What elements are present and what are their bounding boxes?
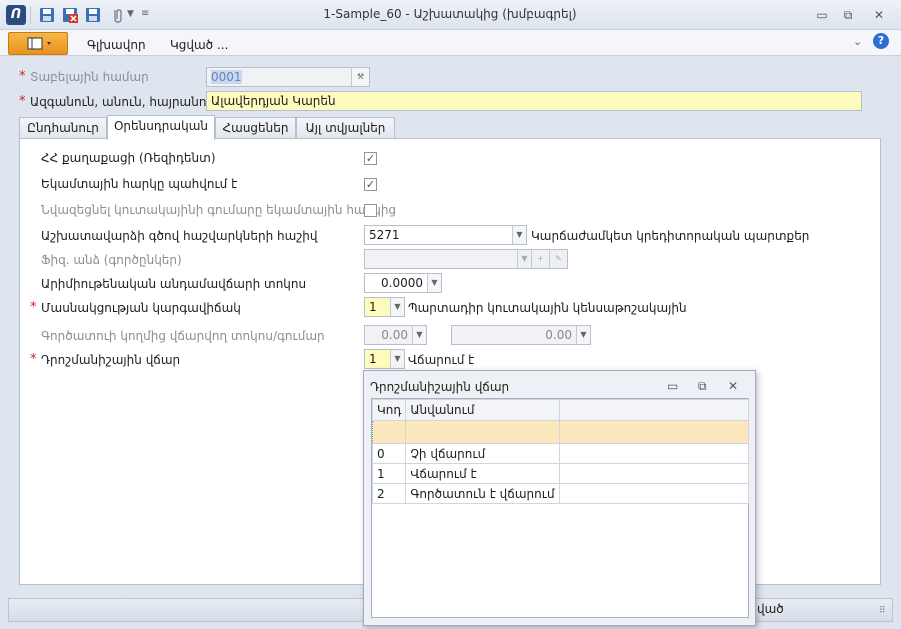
employer-percent-value: 0.00 <box>381 328 408 342</box>
attachment-icon[interactable] <box>108 6 126 24</box>
reduce-pension-checkbox[interactable] <box>364 204 377 217</box>
minimize-button[interactable]: ▭ <box>809 6 835 24</box>
row-code: 1 <box>371 463 407 484</box>
popup-close-button[interactable]: ✕ <box>728 379 738 393</box>
save-icon[interactable] <box>38 6 56 24</box>
row-empty <box>558 483 750 504</box>
stamp-duty-dropdown-popup: Դրոշմանիշային վճար ▭ ⧉ ✕ Կոդ Անվանում 0 … <box>363 370 756 626</box>
required-marker: * <box>30 300 37 315</box>
salary-account-select[interactable]: 5271 ▼ <box>364 225 527 245</box>
quick-access-separator <box>30 6 31 24</box>
physical-person-select[interactable]: ▼ + ✎ <box>364 249 568 269</box>
popup-minimize-button[interactable]: ▭ <box>667 379 678 393</box>
edit-icon[interactable]: ✎ <box>549 250 567 268</box>
salary-account-label: Աշխատավարձի գծով հաշվարկների հաշիվ <box>41 229 318 243</box>
name-label: Ազգանուն, անուն, հայրանուն <box>30 95 220 109</box>
column-header-code[interactable]: Կոդ <box>371 399 407 421</box>
row-name: Գործատուն է վճարում <box>405 483 560 504</box>
chevron-down-icon[interactable]: ▼ <box>517 250 531 268</box>
attachment-dropdown-icon[interactable]: ▼ <box>127 9 134 19</box>
chevron-down-icon[interactable]: ▼ <box>412 326 426 344</box>
resident-label: ՀՀ քաղաքացի (Ռեզիդենտ) <box>41 151 216 165</box>
stamp-duty-label: Դրոշմանիշային վճար <box>41 353 181 367</box>
file-menu-button[interactable] <box>8 32 68 55</box>
popup-title: Դրոշմանիշային վճար <box>370 380 510 394</box>
stamp-duty-description: Վճարում է <box>408 353 475 367</box>
ribbon-collapse-icon[interactable]: ⌄ <box>853 35 862 48</box>
add-icon[interactable]: + <box>531 250 549 268</box>
participation-status-value: 1 <box>369 300 377 314</box>
row-name: Վճարում է <box>405 463 560 484</box>
row-code: 2 <box>371 483 407 504</box>
window-title: 1-Sample_60 - Աշխատակից (խմբագրել) <box>323 7 577 21</box>
resident-checkbox[interactable]: ✓ <box>364 152 377 165</box>
restore-button[interactable]: ⧉ <box>835 6 861 24</box>
tab-number-value: 0001 <box>211 70 242 84</box>
filter-cell-empty <box>558 420 750 444</box>
employer-contribution-label: Գործատուի կողմից վճարվող տոկոս/գումար <box>41 329 325 343</box>
filter-cell-name[interactable] <box>405 420 560 444</box>
chevron-down-icon[interactable]: ▼ <box>512 226 526 244</box>
table-row[interactable]: 0 Չի վճարում <box>371 443 750 464</box>
chevron-down-icon[interactable]: ▼ <box>390 350 404 368</box>
row-code: 0 <box>371 443 407 464</box>
tab-addresses[interactable]: Հասցեներ <box>215 117 296 139</box>
row-name: Չի վճարում <box>405 443 560 464</box>
employer-amount-value: 0.00 <box>545 328 572 342</box>
help-icon[interactable]: ? <box>873 33 889 49</box>
table-row-filter[interactable] <box>371 420 750 444</box>
tab-general[interactable]: Ընդհանուր <box>19 117 107 139</box>
table-row-empty <box>373 504 749 524</box>
column-header-name[interactable]: Անվանում <box>405 399 560 421</box>
table-row[interactable]: 2 Գործատուն է վճարում <box>371 483 750 504</box>
table-row[interactable]: 1 Վճարում է <box>371 463 750 484</box>
required-marker: * <box>30 352 37 367</box>
row-empty <box>558 443 750 464</box>
column-header-empty <box>558 399 750 421</box>
participation-status-select[interactable]: 1 ▼ <box>364 297 405 317</box>
resize-grip-icon[interactable]: ⠿ <box>879 606 886 616</box>
popup-restore-button[interactable]: ⧉ <box>698 379 707 394</box>
ribbon-tab-attachments[interactable]: Կցված ... <box>170 38 228 52</box>
salary-account-value: 5271 <box>369 228 400 242</box>
ribbon-tab-home[interactable]: Գլխավոր <box>87 38 146 52</box>
employer-amount-input[interactable]: 0.00 ▼ <box>451 325 591 345</box>
customize-toolbar-icon[interactable]: ≡ <box>141 8 149 19</box>
employer-percent-input[interactable]: 0.00 ▼ <box>364 325 427 345</box>
chevron-down-icon[interactable]: ▼ <box>390 298 404 316</box>
income-tax-checkbox[interactable]: ✓ <box>364 178 377 191</box>
close-button[interactable]: ✕ <box>866 6 892 24</box>
chevron-down-icon[interactable]: ▼ <box>576 326 590 344</box>
tab-number-label: Տաբելային համար <box>30 70 149 84</box>
salary-account-description: Կարճաժամկետ կրեդիտորական պարտքեր <box>531 229 810 243</box>
required-marker: * <box>19 69 26 84</box>
file-menu-icon <box>27 37 51 50</box>
tab-other-data[interactable]: Այլ տվյալներ <box>296 117 395 139</box>
wrench-icon[interactable]: ⚒ <box>351 68 369 86</box>
union-fee-input[interactable]: 0.0000 ▼ <box>364 273 442 293</box>
income-tax-label: Եկամտային հարկը պահվում է <box>41 177 238 191</box>
save-new-icon[interactable] <box>84 6 102 24</box>
popup-grid: Կոդ Անվանում 0 Չի վճարում 1 Վճարում է 2 <box>371 398 750 618</box>
participation-status-description: Պարտադիր կուտակային կենսաթոշակային <box>408 301 687 315</box>
union-fee-value: 0.0000 <box>381 276 423 290</box>
tab-number-field[interactable]: 0001 ⚒ <box>206 67 370 87</box>
status-save-text[interactable]: ված <box>757 602 784 616</box>
physical-person-label: Ֆիզ. անձ (գործընկեր) <box>41 253 182 267</box>
filter-cell-code[interactable] <box>371 420 407 444</box>
stamp-duty-value: 1 <box>369 352 377 366</box>
stamp-duty-select[interactable]: 1 ▼ <box>364 349 405 369</box>
required-marker: * <box>19 94 26 109</box>
chevron-down-icon[interactable]: ▼ <box>427 274 441 292</box>
union-fee-label: Արիմիութենական անդամավճարի տոկոս <box>41 277 307 291</box>
app-logo-icon[interactable]: Ո <box>6 5 26 25</box>
reduce-pension-label: Նվազեցնել կուտակայինի գումարը եկամտային … <box>41 203 397 217</box>
tab-legislative[interactable]: Օրենսդրական <box>107 115 215 140</box>
name-input[interactable]: Ալավերդյան Կարեն <box>206 91 862 111</box>
row-empty <box>558 463 750 484</box>
save-close-icon[interactable] <box>61 6 79 24</box>
participation-status-label: Մասնակցության կարգավիճակ <box>41 301 241 315</box>
